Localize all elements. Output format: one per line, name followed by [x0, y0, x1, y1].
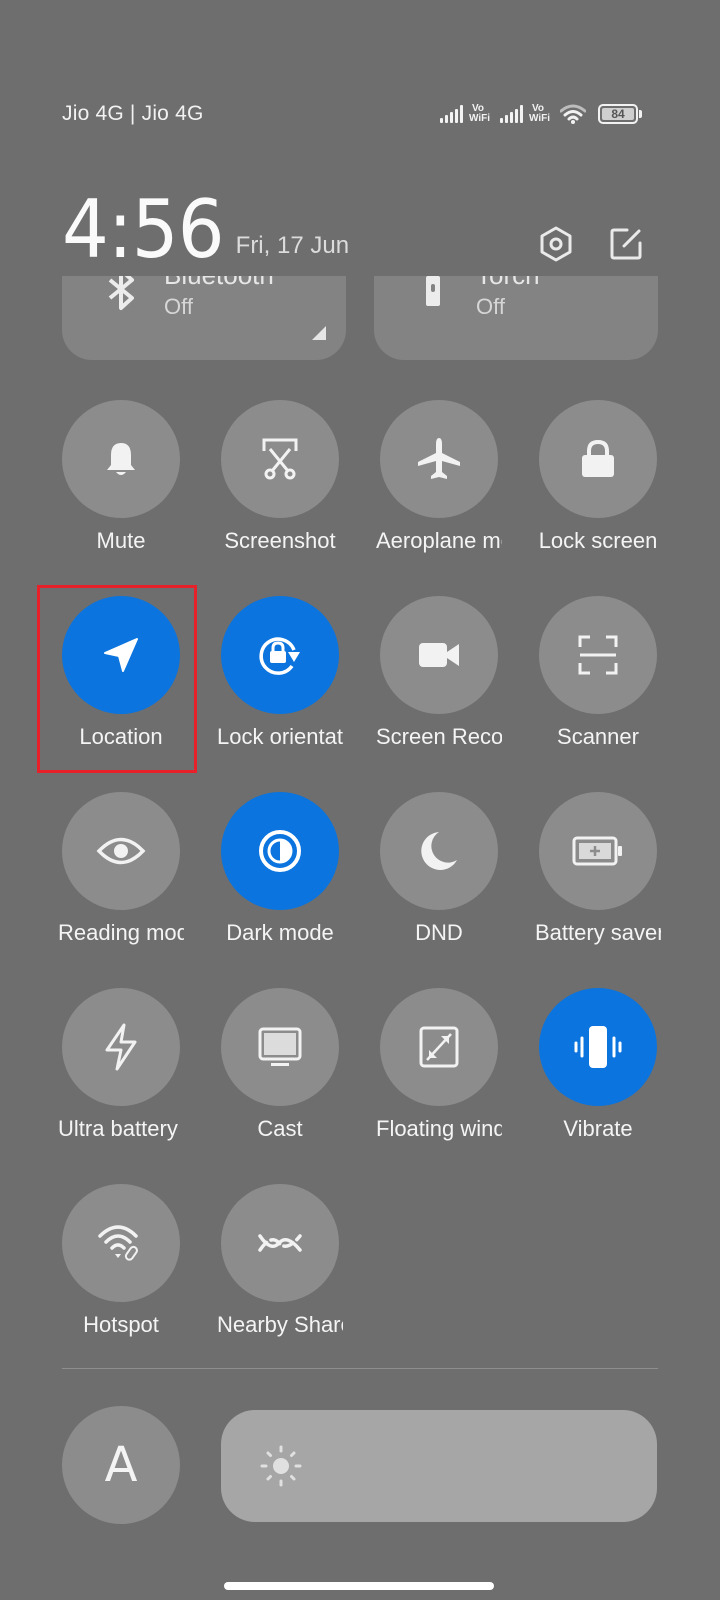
tile-ultra-battery-saver[interactable]: Ultra battery saver — [58, 988, 184, 1141]
expand-corner-icon[interactable] — [312, 326, 326, 340]
tile-label: Lock orientation — [217, 724, 343, 749]
tile-label: Scanner — [557, 724, 639, 749]
tile-label: Screen Recorder — [376, 724, 502, 749]
wifi-icon — [560, 104, 586, 124]
floating-window-icon — [419, 1026, 459, 1068]
panel-header: 4:56 Fri, 17 Jun — [62, 186, 644, 270]
large-toggle-cards: Bluetooth Off Torch Off — [62, 276, 658, 360]
tile-label: Reading mode — [58, 920, 184, 945]
font-size-button[interactable]: A — [62, 1406, 180, 1524]
carrier-label: Jio 4G | Jio 4G — [62, 102, 204, 125]
tile-label: Mute — [96, 528, 146, 553]
tile-label: Ultra battery saver — [58, 1116, 184, 1141]
scanner-icon — [578, 635, 618, 675]
lightning-icon — [105, 1023, 137, 1071]
rotation-lock-icon — [259, 637, 300, 675]
font-size-label: A — [104, 1437, 138, 1493]
tile-label: Battery saver — [535, 920, 661, 945]
date: Fri, 17 Jun — [235, 232, 350, 259]
eye-icon — [96, 837, 146, 865]
battery-saver-icon — [572, 836, 622, 866]
monitor-icon — [258, 1027, 302, 1066]
tile-cast[interactable]: Cast — [221, 988, 339, 1141]
tile-lock-screen[interactable]: Lock screen — [539, 400, 657, 553]
vowifi-icon-sim2: Vo WiFi — [528, 103, 550, 124]
tile-label: Hotspot — [83, 1312, 159, 1337]
tile-dnd[interactable]: DND — [380, 792, 498, 945]
tile-lock-orientation[interactable]: Lock orientation — [217, 596, 343, 749]
tile-scanner[interactable]: Scanner — [539, 596, 657, 749]
tile-label: DND — [415, 920, 463, 945]
battery-level: 84 — [602, 107, 634, 121]
airplane-icon — [418, 438, 460, 479]
sun-icon — [260, 1445, 302, 1487]
screenshot-scissors-icon — [262, 438, 298, 480]
lock-icon — [582, 439, 614, 477]
moon-icon — [421, 832, 457, 870]
tile-label: Lock screen — [538, 528, 658, 553]
tile-label: Floating window — [376, 1116, 502, 1141]
tile-label: Nearby Share — [217, 1312, 343, 1337]
nearby-share-icon — [258, 1234, 302, 1252]
tile-label: Vibrate — [563, 1116, 633, 1141]
bluetooth-status: Off — [164, 294, 193, 319]
bluetooth-title: Bluetooth — [164, 276, 274, 291]
bluetooth-card[interactable]: Bluetooth Off — [62, 276, 346, 360]
torch-icon — [426, 276, 440, 306]
video-camera-icon — [419, 643, 459, 667]
clock: 4:56 — [62, 183, 225, 276]
tile-screen-recorder[interactable]: Screen Recorder — [376, 596, 502, 749]
tile-dark-mode[interactable]: Dark mode — [221, 792, 339, 945]
hotspot-icon — [98, 1225, 138, 1261]
torch-card[interactable]: Torch Off — [374, 276, 658, 360]
tile-mute[interactable]: Mute — [62, 400, 180, 553]
tile-hotspot[interactable]: Hotspot — [62, 1184, 180, 1337]
signal-icon-sim2 — [499, 105, 523, 123]
divider — [62, 1368, 658, 1369]
brightness-slider[interactable] — [221, 1410, 657, 1522]
edit-icon[interactable] — [608, 226, 644, 262]
tile-label: Aeroplane mode — [376, 528, 502, 553]
tile-label: Screenshot — [224, 528, 336, 553]
vowifi-icon-sim1: Vo WiFi — [468, 103, 490, 124]
signal-icon-sim1 — [439, 105, 463, 123]
tile-vibrate[interactable]: Vibrate — [539, 988, 657, 1141]
tile-reading-mode[interactable]: Reading mode — [58, 792, 184, 945]
tile-floating-window[interactable]: Floating window — [376, 988, 502, 1141]
tile-label: Cast — [257, 1116, 303, 1141]
status-bar: Jio 4G | Jio 4G Vo WiFi Vo WiFi 84 — [62, 96, 642, 132]
tile-screenshot[interactable]: Screenshot — [221, 400, 339, 553]
home-indicator[interactable] — [224, 1582, 494, 1590]
bluetooth-icon — [108, 276, 134, 310]
vibrate-icon — [574, 1026, 622, 1068]
quick-settings-grid: Mute Screenshot Aeroplane mode Lock — [58, 400, 661, 1337]
bell-icon — [107, 443, 135, 475]
tile-label: Dark mode — [226, 920, 334, 945]
battery-icon: 84 — [598, 104, 642, 124]
torch-title: Torch — [476, 276, 540, 291]
dark-mode-icon — [259, 830, 301, 872]
location-highlight-box — [37, 585, 197, 773]
torch-status: Off — [476, 294, 505, 319]
settings-gear-icon[interactable] — [538, 226, 574, 262]
tile-aeroplane-mode[interactable]: Aeroplane mode — [376, 400, 502, 553]
tile-nearby-share[interactable]: Nearby Share — [217, 1184, 343, 1337]
tile-battery-saver[interactable]: Battery saver — [535, 792, 661, 945]
status-icons: Vo WiFi Vo WiFi 84 — [439, 103, 642, 124]
